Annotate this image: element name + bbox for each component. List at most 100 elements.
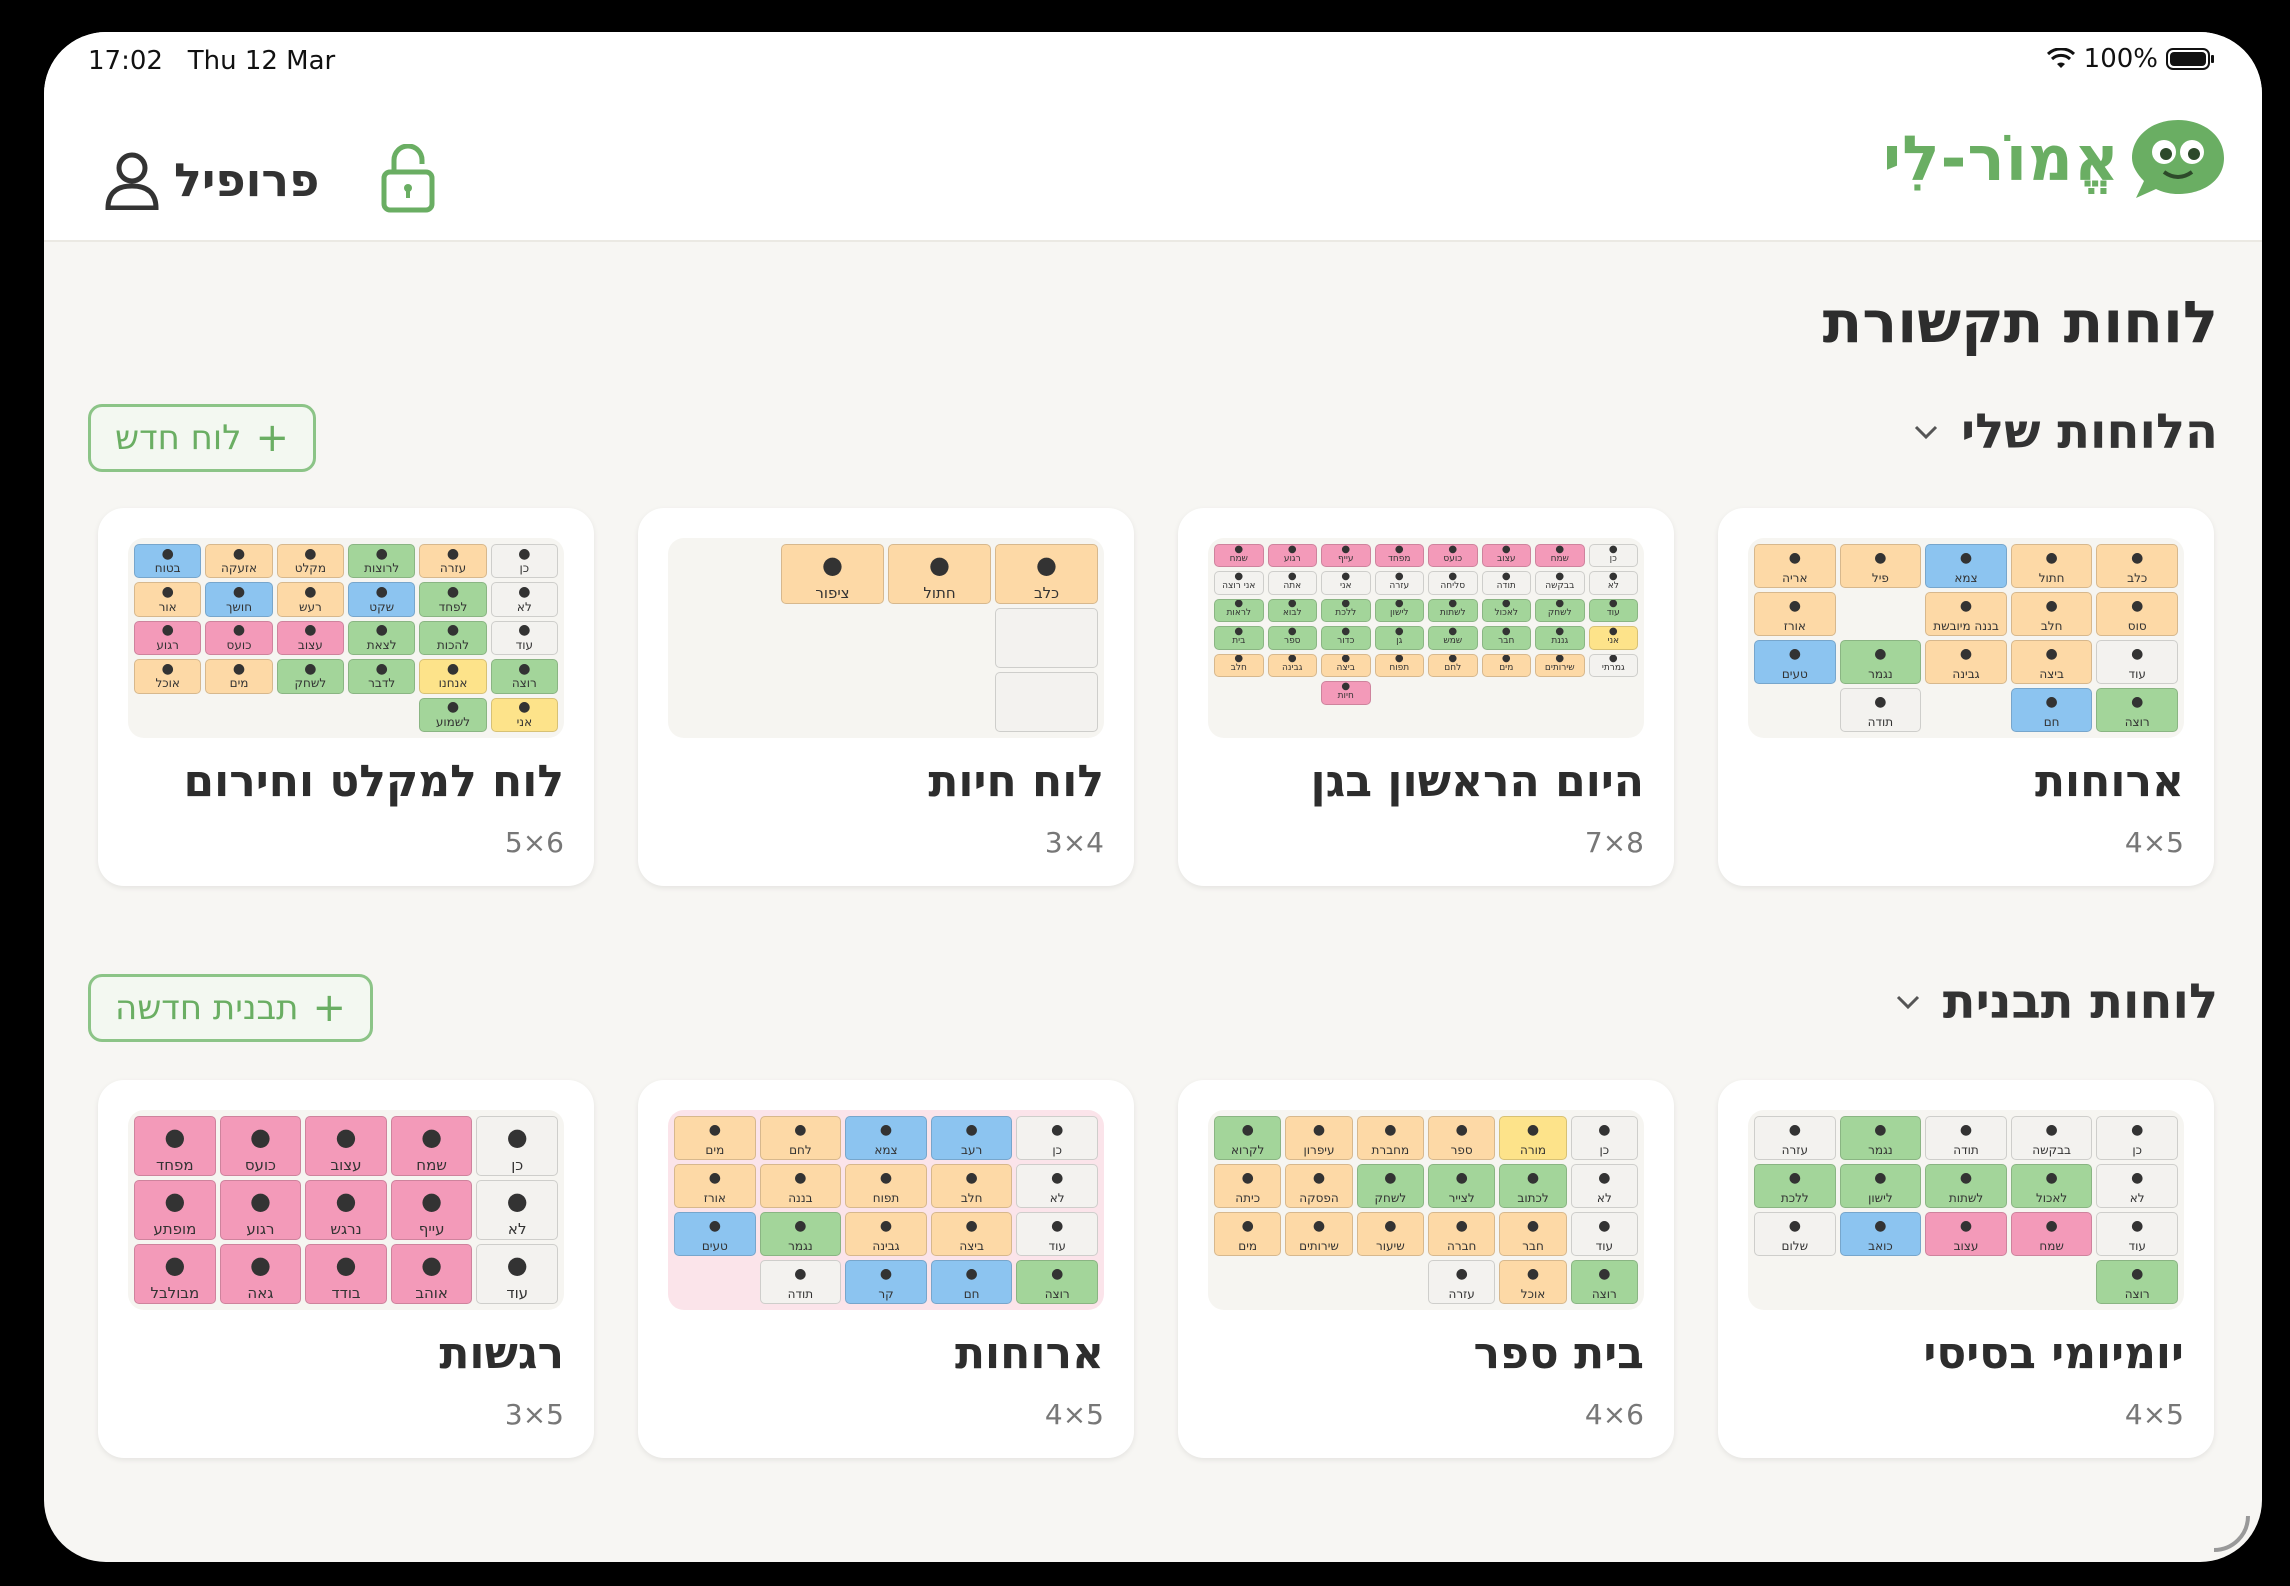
template-card-meals[interactable]: ● כן ● רעב ● צמא ● לחם ● מים ● לא ● חלב ● תפוח ● בננה ● אור… — [638, 1080, 1134, 1458]
thumbnail-cell-label: גבינה — [1282, 663, 1303, 674]
symbol-icon: ● — [1384, 1170, 1397, 1187]
template-card-school[interactable]: ● כן ● מורה ● ספר ● מחברת ● עיפרון ● לקרוא ● לא ● לכתוב… — [1178, 1080, 1674, 1458]
thumbnail-cell: ● לשתות — [1428, 598, 1478, 623]
template-card-daily-basic[interactable]: ● כן ● בבקשה ● תודה ● נגמר ● עזרה ● לא ● לאכול ● לשתות ●… — [1718, 1080, 2214, 1458]
symbol-icon: ● — [1526, 1218, 1540, 1235]
thumbnail-cell-label: גבינה — [1952, 666, 1980, 681]
board-thumbnail: ● כלב ● חתול ● צמא ● פיל ● אריה ● סוס ● חלב ● בננה מיוב… — [1748, 538, 2184, 738]
thumbnail-cell: ● רוצה — [2096, 688, 2178, 732]
thumbnail-cell — [1321, 709, 1371, 732]
symbol-icon: ● — [161, 584, 174, 600]
thumbnail-cell — [781, 672, 884, 732]
thumbnail-cell-label: לצאת — [366, 638, 397, 652]
thumbnail-cell: ● לשחק — [1356, 1164, 1424, 1208]
thumbnail-cell: ● חיות — [1321, 681, 1371, 705]
thumbnail-cell — [1754, 688, 1836, 732]
profile-button[interactable]: פרופיל — [104, 150, 319, 210]
thumbnail-cell: ● להכות — [419, 620, 487, 656]
symbol-icon: ● — [232, 584, 246, 600]
thumbnail-cell-label: חתול — [923, 583, 956, 602]
thumbnail-cell — [674, 1260, 756, 1304]
symbol-icon: ● — [304, 622, 317, 639]
thumbnail-cell: ● תודה — [1839, 688, 1922, 732]
thumbnail-cell: ● הפסקה — [1285, 1164, 1353, 1208]
thumbnail-cell: ● לא — [1016, 1164, 1098, 1208]
thumbnail-cell-label: ספר — [1283, 635, 1301, 646]
my-boards-title: הלוחות שלי — [1960, 404, 2218, 460]
thumbnail-cell — [1214, 1260, 1281, 1304]
new-board-button[interactable]: + לוח חדש — [88, 404, 316, 472]
thumbnail-cell-label: לא — [1607, 580, 1619, 591]
thumbnail-cell-label: כועס — [244, 1155, 276, 1174]
thumbnail-cell: ● כן — [2096, 1116, 2178, 1160]
symbol-icon: ● — [506, 1122, 528, 1151]
template-card-emotions[interactable]: ● כן ● שמח ● עצוב ● כועס ● מפחד ● לא ● עייף ● נרגש ● רגוע… — [98, 1080, 594, 1458]
thumbnail-cell-label: רוצה — [1044, 1286, 1070, 1301]
symbol-icon: ● — [506, 1186, 528, 1215]
thumbnail-cell: ● שמח — [2010, 1212, 2093, 1256]
symbol-icon: ● — [794, 1170, 807, 1187]
symbol-icon: ● — [446, 584, 460, 600]
thumbnail-cell — [781, 608, 884, 668]
board-card-animals[interactable]: ● כלב ● חתול ● ציפור לוח חיות 3×4 — [638, 508, 1134, 886]
symbol-icon: ● — [1874, 1122, 1887, 1139]
thumbnail-cell — [888, 608, 991, 668]
board-card-arukhot[interactable]: ● כלב ● חתול ● צמא ● פיל ● אריה ● סוס ● חלב ● בננה מיוב… — [1718, 508, 2214, 886]
board-card-first-day-kindergarten[interactable]: ● כן ● שמח ● עצוב ● כועס ● מפחד ● עייף ● רגוע ● שמח ● לא ●… — [1178, 508, 1674, 886]
board-card-size: 3×4 — [1044, 826, 1104, 859]
thumbnail-cell: ● שמח — [1214, 544, 1264, 568]
template-boards-section-header[interactable]: לוחות תבנית — [1895, 974, 2218, 1030]
thumbnail-cell — [1754, 1260, 1836, 1304]
symbol-icon: ● — [421, 1122, 443, 1151]
profile-label: פרופיל — [174, 153, 320, 207]
thumbnail-cell-label: סליחה — [1440, 580, 1466, 591]
thumbnail-cell-label: עצוב — [1496, 553, 1516, 564]
thumbnail-cell-label: אורז — [1783, 618, 1806, 633]
symbol-icon: ● — [446, 622, 460, 639]
thumbnail-cell-label: עוד — [2128, 1238, 2146, 1253]
thumbnail-cell-label: ציפור — [815, 583, 850, 602]
thumbnail-cell-label: כדור — [1337, 635, 1355, 646]
thumbnail-cell-label: מים — [1238, 1238, 1258, 1253]
thumbnail-cell: ● סוס — [2096, 592, 2178, 636]
thumbnail-cell: ● לא — [1570, 1164, 1638, 1208]
thumbnail-cell — [674, 544, 777, 604]
board-thumbnail: ● כן ● עזרה ● לרוצות ● מקלט ● אזעקה ● בטוח ● לא ● לפחד ●… — [128, 538, 564, 738]
thumbnail-cell — [1589, 709, 1639, 732]
symbol-icon: ● — [1312, 1218, 1326, 1235]
symbol-icon: ● — [518, 699, 531, 716]
thumbnail-cell: ● עזרה — [1374, 571, 1424, 595]
thumbnail-cell: ● שירותים — [1535, 653, 1585, 678]
battery-percent: 100% — [2083, 44, 2158, 74]
thumbnail-cell-label: אריה — [1782, 570, 1808, 585]
thumbnail-cell: ● אני — [1588, 626, 1638, 650]
thumbnail-cell-label: לשמוע — [435, 714, 471, 729]
app-logo[interactable]: אֱמוֹר-לִי — [1883, 114, 2228, 202]
thumbnail-cell — [1925, 1260, 2007, 1304]
new-template-button[interactable]: + תבנית חדשה — [88, 974, 373, 1042]
thumbnail-cell: ● חלב — [2010, 592, 2093, 636]
thumbnail-cell: ● אני — [1321, 571, 1371, 595]
thumbnail-cell-label: לכתוב — [1517, 1190, 1549, 1205]
thumbnail-cell-label: עוד — [2128, 666, 2146, 681]
symbol-icon: ● — [518, 622, 531, 639]
symbol-icon: ● — [2131, 694, 2144, 711]
symbol-icon: ● — [2131, 550, 2144, 567]
symbol-icon: ● — [965, 1170, 978, 1187]
symbol-icon: ● — [794, 1122, 807, 1139]
thumbnail-cell: ● מים — [205, 659, 273, 694]
thumbnail-cell-label: שמח — [1550, 553, 1569, 564]
thumbnail-cell — [1214, 681, 1264, 704]
thumbnail-cell: ● אוכל — [134, 659, 202, 694]
symbol-icon: ● — [2131, 1122, 2144, 1139]
my-boards-section-header[interactable]: הלוחות שלי — [1913, 404, 2218, 460]
template-card-title: בית ספר — [1473, 1328, 1645, 1379]
status-indicators: 100% — [2046, 44, 2216, 74]
symbol-icon: ● — [1455, 1170, 1468, 1187]
board-card-shelter-emergency[interactable]: ● כן ● עזרה ● לרוצות ● מקלט ● אזעקה ● בטוח ● לא ● לפחד ●… — [98, 508, 594, 886]
unlock-button[interactable] — [380, 143, 436, 218]
symbol-icon: ● — [518, 545, 531, 562]
symbol-icon: ● — [794, 1266, 807, 1283]
thumbnail-cell-label: עייף — [418, 1219, 445, 1238]
thumbnail-cell-label: אני רוצה — [1222, 580, 1256, 591]
